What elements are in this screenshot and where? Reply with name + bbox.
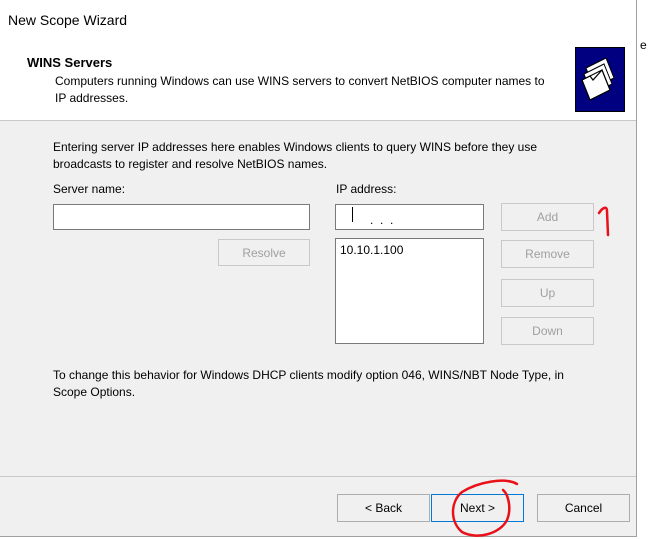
page-title: WINS Servers [27,55,113,70]
window-title: New Scope Wizard [0,0,636,40]
list-item[interactable]: 10.10.1.100 [336,239,483,261]
folders-icon [575,47,625,112]
page-subtitle: Computers running Windows can use WINS s… [55,74,545,105]
server-name-label: Server name: [53,182,126,196]
intro-text: Entering server IP addresses here enable… [53,140,538,171]
ip-address-list[interactable]: 10.10.1.100 [335,238,484,344]
ip-address-input[interactable] [335,204,484,230]
next-button[interactable]: Next > [431,494,524,522]
wizard-header: WINS Servers Computers running Windows c… [0,40,636,121]
ip-address-value: . . . [370,213,394,227]
cancel-button[interactable]: Cancel [537,494,630,522]
back-button[interactable]: < Back [337,494,430,522]
footer-divider [0,476,636,477]
note-text: To change this behavior for Windows DHCP… [53,368,564,399]
background-text-fragment: e [640,38,647,52]
up-button[interactable]: Up [501,279,594,307]
wizard-window: New Scope Wizard WINS Servers Computers … [0,0,637,537]
resolve-button[interactable]: Resolve [218,239,310,266]
server-name-input[interactable] [53,204,310,230]
remove-button[interactable]: Remove [501,240,594,268]
ip-address-label: IP address: [336,182,397,196]
add-button[interactable]: Add [501,203,594,231]
down-button[interactable]: Down [501,317,594,345]
text-caret [352,207,353,222]
